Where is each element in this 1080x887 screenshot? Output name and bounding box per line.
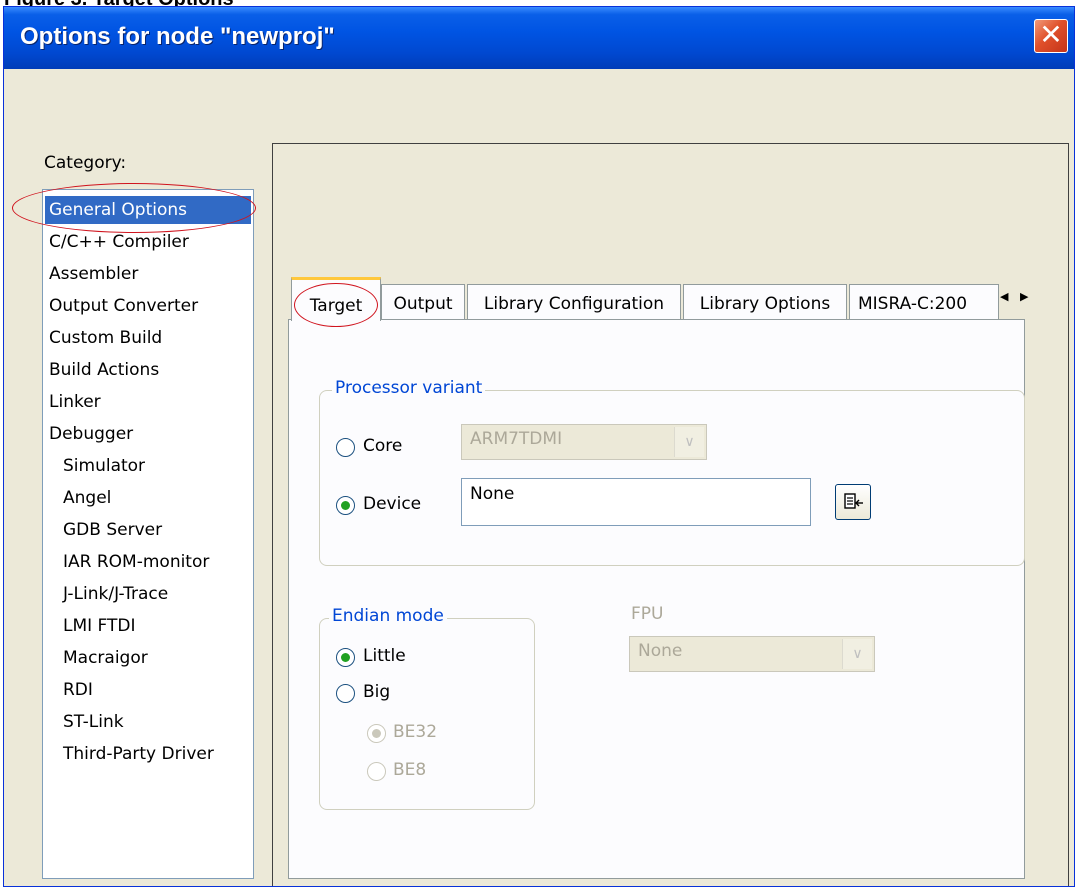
little-radio[interactable] <box>336 648 355 667</box>
annotation-ellipse-category <box>12 183 256 233</box>
category-item-angel[interactable]: Angel <box>63 484 111 512</box>
device-field[interactable]: None <box>461 478 811 526</box>
triangle-right-icon[interactable]: ▶ <box>1020 290 1028 303</box>
core-radio[interactable] <box>336 438 355 457</box>
close-button[interactable]: ✕ <box>1034 18 1068 53</box>
category-list[interactable]: General Options C/C++ Compiler Assembler… <box>42 189 254 879</box>
little-label: Little <box>363 646 406 666</box>
be32-radio <box>367 724 386 743</box>
endian-mode-legend: Endian mode <box>329 606 447 626</box>
category-label: Category: <box>44 153 127 173</box>
category-item-build-actions[interactable]: Build Actions <box>49 356 159 384</box>
tab-library-options[interactable]: Library Options <box>683 284 847 320</box>
options-dialog: Options for node "newproj" ✕ Category: G… <box>3 6 1075 887</box>
fpu-label: FPU <box>631 604 664 624</box>
processor-variant-legend: Processor variant <box>332 378 486 398</box>
core-select: ARM7TDMI ∨ <box>461 424 707 460</box>
chevron-down-icon: ∨ <box>842 639 872 669</box>
close-icon: ✕ <box>1039 18 1063 51</box>
tab-misra-c[interactable]: MISRA-C:200 <box>849 284 999 320</box>
device-label: Device <box>363 494 422 514</box>
device-browse-icon <box>844 493 863 509</box>
device-field-value: None <box>470 484 515 504</box>
tab-output[interactable]: Output <box>381 284 465 320</box>
device-select-button[interactable] <box>835 484 871 520</box>
category-item-custom-build[interactable]: Custom Build <box>49 324 162 352</box>
device-radio[interactable] <box>336 496 355 515</box>
category-item-rdi[interactable]: RDI <box>63 676 93 704</box>
category-item-st-link[interactable]: ST-Link <box>63 708 124 736</box>
category-item-gdb-server[interactable]: GDB Server <box>63 516 162 544</box>
big-label: Big <box>363 682 391 702</box>
target-tab-page: Processor variant Core ARM7TDMI ∨ Device… <box>288 319 1025 879</box>
category-item-output-converter[interactable]: Output Converter <box>49 292 198 320</box>
big-radio[interactable] <box>336 684 355 703</box>
tab-library-configuration[interactable]: Library Configuration <box>467 284 681 320</box>
be32-label: BE32 <box>393 722 438 742</box>
category-item-assembler[interactable]: Assembler <box>49 260 138 288</box>
dialog-title: Options for node "newproj" <box>20 23 335 50</box>
be8-label: BE8 <box>393 760 427 780</box>
category-item-iar-rom-monitor[interactable]: IAR ROM-monitor <box>63 548 209 576</box>
category-item-macraigor[interactable]: Macraigor <box>63 644 148 672</box>
fpu-select: None ∨ <box>629 636 875 672</box>
be8-radio <box>367 762 386 781</box>
core-select-value: ARM7TDMI <box>470 429 563 449</box>
core-label: Core <box>363 436 403 456</box>
triangle-left-icon[interactable]: ◀ <box>1000 290 1008 303</box>
category-item-lmi-ftdi[interactable]: LMI FTDI <box>63 612 136 640</box>
category-item-linker[interactable]: Linker <box>49 388 101 416</box>
category-item-debugger[interactable]: Debugger <box>49 420 133 448</box>
fpu-select-value: None <box>638 641 683 661</box>
category-item-third-party-driver[interactable]: Third-Party Driver <box>63 740 214 768</box>
endian-mode-group <box>319 618 535 810</box>
category-item-simulator[interactable]: Simulator <box>63 452 145 480</box>
chevron-down-icon: ∨ <box>674 427 704 457</box>
annotation-ellipse-target-tab <box>294 283 378 327</box>
category-item-jlink-jtrace[interactable]: J-Link/J-Trace <box>63 580 168 608</box>
title-bar[interactable]: Options for node "newproj" ✕ <box>4 7 1074 69</box>
